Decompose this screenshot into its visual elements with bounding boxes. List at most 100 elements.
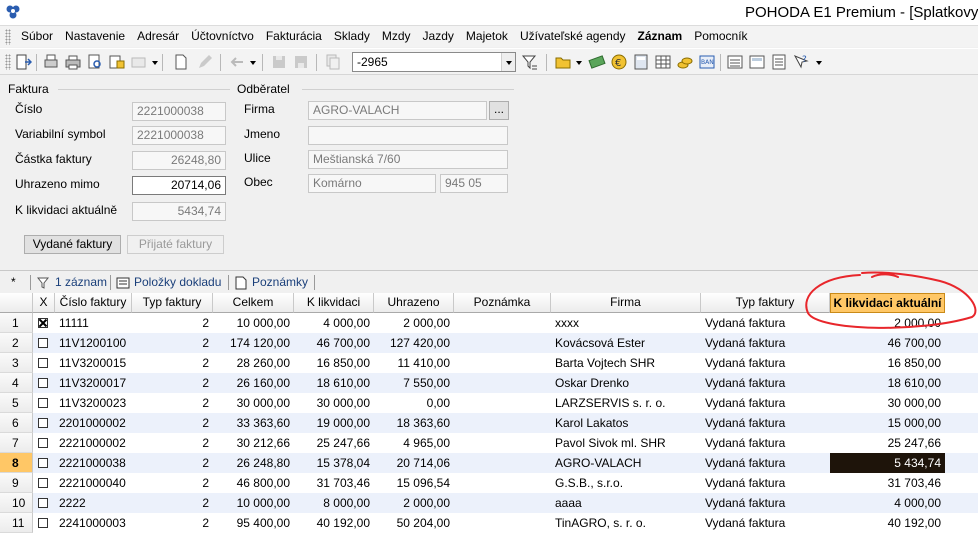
table-row[interactable]: 1 11111 2 10 000,00 4 000,00 2 000,00 xxxx Vyda… xyxy=(0,313,978,333)
report-icon[interactable] xyxy=(108,53,126,71)
row-checkbox[interactable] xyxy=(38,438,48,448)
menu-pomocnik[interactable]: Pomocník xyxy=(688,26,753,47)
castka-faktury-field[interactable]: 26248,80 xyxy=(132,151,226,170)
save-as-icon[interactable] xyxy=(292,53,310,71)
row-number[interactable]: 7 xyxy=(0,433,33,453)
row-number[interactable]: 4 xyxy=(0,373,33,393)
cell-typ[interactable]: 2 xyxy=(132,353,213,373)
save-icon[interactable] xyxy=(270,53,288,71)
print-setup-icon[interactable] xyxy=(42,53,60,71)
cell-pozn[interactable] xyxy=(454,393,551,413)
tab-zaznam[interactable]: 1 záznam xyxy=(55,273,107,292)
cislo-field[interactable]: 2221000038 xyxy=(132,102,226,121)
cell-firma[interactable]: Karol Lakatos xyxy=(551,413,701,433)
cell-celkem[interactable]: 95 400,00 xyxy=(213,513,294,533)
cell-celkem[interactable]: 10 000,00 xyxy=(213,493,294,513)
cell-typ[interactable]: 2 xyxy=(132,493,213,513)
firma-browse-button[interactable]: ... xyxy=(489,101,509,120)
row-number[interactable]: 9 xyxy=(0,473,33,493)
cell-firma[interactable]: G.S.B., s.r.o. xyxy=(551,473,701,493)
cell-uhr[interactable]: 2 000,00 xyxy=(374,493,454,513)
folder-dropdown-icon[interactable] xyxy=(576,61,582,65)
prijate-faktury-button[interactable]: Přijaté faktury xyxy=(127,235,224,254)
cell-likv[interactable]: 18 610,00 xyxy=(294,373,374,393)
header-k-likvidaci[interactable]: K likvidaci xyxy=(294,293,374,313)
document-icon[interactable] xyxy=(770,53,788,71)
cell-pozn[interactable] xyxy=(454,373,551,393)
cell-uhr[interactable]: 11 410,00 xyxy=(374,353,454,373)
table-row[interactable]: 8 2221000038 2 26 248,80 15 378,04 20 714,06 A… xyxy=(0,453,978,473)
cell-firma[interactable]: Kovácsová Ester xyxy=(551,333,701,353)
menu-majetok[interactable]: Majetok xyxy=(460,26,514,47)
cell-uhr[interactable]: 18 363,60 xyxy=(374,413,454,433)
obec-field[interactable]: Komárno xyxy=(308,174,436,193)
cell-firma[interactable]: aaaa xyxy=(551,493,701,513)
cell-likv[interactable]: 31 703,46 xyxy=(294,473,374,493)
money-icon[interactable] xyxy=(588,53,606,71)
cell-firma[interactable]: Barta Vojtech SHR xyxy=(551,353,701,373)
row-number[interactable]: 11 xyxy=(0,513,33,533)
cell-celkem[interactable]: 28 260,00 xyxy=(213,353,294,373)
cell-uhr[interactable]: 0,00 xyxy=(374,393,454,413)
filter-icon[interactable] xyxy=(521,53,539,71)
row-checkbox[interactable] xyxy=(38,458,48,468)
cell-typ[interactable]: 2 xyxy=(132,313,213,333)
cell-uhr[interactable]: 50 204,00 xyxy=(374,513,454,533)
cell-typf[interactable]: Vydaná faktura xyxy=(701,513,830,533)
cell-pozn[interactable] xyxy=(454,433,551,453)
cell-typ[interactable]: 2 xyxy=(132,333,213,353)
table-row[interactable]: 4 11V3200017 2 26 160,00 18 610,00 7 550,00 Os… xyxy=(0,373,978,393)
header-typ-faktury-2[interactable]: Typ faktury xyxy=(701,293,830,313)
cell-celkem[interactable]: 174 120,00 xyxy=(213,333,294,353)
back-dropdown-icon[interactable] xyxy=(250,61,256,65)
tab-polozky-dokladu[interactable]: Položky dokladu xyxy=(134,273,221,292)
header-k-likvidaci-aktualni[interactable]: K likvidaci aktuální xyxy=(830,293,945,313)
cell-typf[interactable]: Vydaná faktura xyxy=(701,433,830,453)
cell-uhr[interactable]: 4 965,00 xyxy=(374,433,454,453)
cell-cislo[interactable]: 11V1200100 xyxy=(55,333,132,353)
table-row[interactable]: 2 11V1200100 2 174 120,00 46 700,00 127 420,0… xyxy=(0,333,978,353)
cell-cislo[interactable]: 2221000040 xyxy=(55,473,132,493)
table-row[interactable]: 7 2221000002 2 30 212,66 25 247,66 4 965,00 Pa… xyxy=(0,433,978,453)
header-cislo-faktury[interactable]: Číslo faktury xyxy=(55,293,132,313)
cell-akt[interactable]: 5 434,74 xyxy=(830,453,945,473)
chevron-down-icon[interactable] xyxy=(501,53,515,71)
cell-firma[interactable]: xxxx xyxy=(551,313,701,333)
cell-typf[interactable]: Vydaná faktura xyxy=(701,333,830,353)
cell-typ[interactable]: 2 xyxy=(132,413,213,433)
firma-field[interactable]: AGRO-VALACH xyxy=(308,101,487,120)
back-arrow-icon[interactable] xyxy=(228,53,246,71)
cell-celkem[interactable]: 46 800,00 xyxy=(213,473,294,493)
send-dropdown-icon[interactable] xyxy=(152,61,158,65)
row-checkbox[interactable] xyxy=(38,358,48,368)
ulice-field[interactable]: Meštianská 7/60 xyxy=(308,150,508,169)
cell-akt[interactable]: 18 610,00 xyxy=(830,373,945,393)
cell-pozn[interactable] xyxy=(454,413,551,433)
cell-celkem[interactable]: 26 248,80 xyxy=(213,453,294,473)
cell-akt[interactable]: 46 700,00 xyxy=(830,333,945,353)
cell-typf[interactable]: Vydaná faktura xyxy=(701,373,830,393)
cell-cislo[interactable]: 2241000003 xyxy=(55,513,132,533)
cell-akt[interactable]: 15 000,00 xyxy=(830,413,945,433)
cell-pozn[interactable] xyxy=(454,473,551,493)
cell-likv[interactable]: 25 247,66 xyxy=(294,433,374,453)
table-row[interactable]: 9 2221000040 2 46 800,00 31 703,46 15 096,54 G… xyxy=(0,473,978,493)
cell-firma[interactable]: Oskar Drenko xyxy=(551,373,701,393)
row-checkbox[interactable] xyxy=(38,338,48,348)
vydane-faktury-button[interactable]: Vydané faktury xyxy=(24,235,121,254)
row-checkbox[interactable] xyxy=(38,318,48,328)
cell-firma[interactable]: Pavol Sivok ml. SHR xyxy=(551,433,701,453)
menu-nastavenie[interactable]: Nastavenie xyxy=(59,26,131,47)
cell-typ[interactable]: 2 xyxy=(132,393,213,413)
header-typ-faktury[interactable]: Typ faktury xyxy=(132,293,213,313)
cell-cislo[interactable]: 2201000002 xyxy=(55,413,132,433)
cell-typf[interactable]: Vydaná faktura xyxy=(701,453,830,473)
uhrazeno-mimo-input[interactable]: 20714,06 xyxy=(132,176,226,195)
menu-uctovnictvo[interactable]: Účtovníctvo xyxy=(185,26,260,47)
iban-icon[interactable]: BAN xyxy=(698,53,716,71)
cell-akt[interactable]: 4 000,00 xyxy=(830,493,945,513)
cell-pozn[interactable] xyxy=(454,453,551,473)
cell-celkem[interactable]: 30 212,66 xyxy=(213,433,294,453)
psc-field[interactable]: 945 05 xyxy=(440,174,508,193)
table-row[interactable]: 11 2241000003 2 95 400,00 40 192,00 50 204,00… xyxy=(0,513,978,533)
